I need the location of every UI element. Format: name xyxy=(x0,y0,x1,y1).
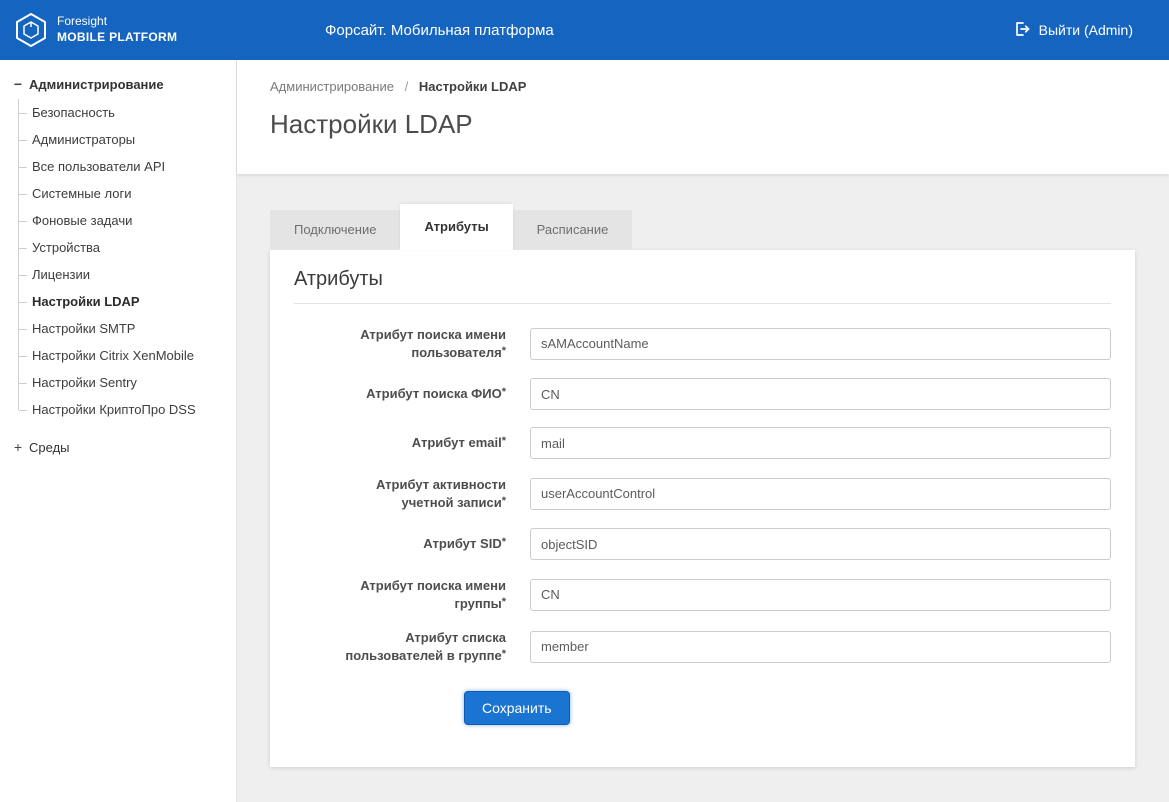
form-row: Атрибут email* xyxy=(324,427,1111,459)
app-logo: Foresight MOBILE PLATFORM xyxy=(0,11,177,49)
tab-attributes[interactable]: Атрибуты xyxy=(400,204,512,250)
form-row: Атрибут поиска имени пользователя* xyxy=(324,326,1111,361)
card-title: Атрибуты xyxy=(294,268,1111,304)
sidebar-item-smtp-settings[interactable]: Настройки SMTP xyxy=(19,315,236,342)
username-attr-label: Атрибут поиска имени пользователя* xyxy=(324,326,506,361)
tab-bar: Подключение Атрибуты Расписание xyxy=(270,204,1169,250)
save-button[interactable]: Сохранить xyxy=(464,691,570,725)
sidebar-item-administrators[interactable]: Администраторы xyxy=(19,126,236,153)
logo-line-1: Foresight xyxy=(57,14,177,30)
tab-schedule[interactable]: Расписание xyxy=(513,210,633,250)
main-content: Администрирование / Настройки LDAP Настр… xyxy=(237,60,1169,802)
required-marker: * xyxy=(502,386,506,398)
group-members-attr-input[interactable] xyxy=(530,631,1111,663)
sidebar-item-background-tasks[interactable]: Фоновые задачи xyxy=(19,207,236,234)
sidebar-item-api-users[interactable]: Все пользователи API xyxy=(19,153,236,180)
sidebar-group-environments-label: Среды xyxy=(29,440,70,455)
sidebar-item-security[interactable]: Безопасность xyxy=(19,99,236,126)
sidebar-item-sentry-settings[interactable]: Настройки Sentry xyxy=(19,369,236,396)
logout-label: Выйти (Admin) xyxy=(1039,22,1133,38)
breadcrumb-separator: / xyxy=(405,79,409,94)
expand-icon[interactable]: + xyxy=(12,439,24,455)
sidebar-item-devices[interactable]: Устройства xyxy=(19,234,236,261)
form-row: Атрибут поиска ФИО* xyxy=(324,378,1111,410)
required-marker: * xyxy=(502,345,506,357)
ldap-attributes-form: Атрибут поиска имени пользователя* Атриб… xyxy=(294,326,1111,725)
sidebar-item-citrix-xenmobile-settings[interactable]: Настройки Citrix XenMobile xyxy=(19,342,236,369)
logo-text: Foresight MOBILE PLATFORM xyxy=(57,14,177,45)
breadcrumb: Администрирование / Настройки LDAP xyxy=(270,79,1169,94)
sidebar-item-system-logs[interactable]: Системные логи xyxy=(19,180,236,207)
group-members-attr-label: Атрибут списка пользователей в группе* xyxy=(324,629,506,664)
sidebar-group-administration-label: Администрирование xyxy=(29,77,164,92)
required-marker: * xyxy=(502,596,506,608)
email-attr-input[interactable] xyxy=(530,427,1111,459)
required-marker: * xyxy=(502,435,506,447)
logo-line-2: MOBILE PLATFORM xyxy=(57,30,177,46)
attributes-card: Атрибуты Атрибут поиска имени пользовате… xyxy=(270,250,1135,767)
page-body: Подключение Атрибуты Расписание Атрибуты… xyxy=(237,174,1169,767)
account-active-attr-label: Атрибут активности учетной записи* xyxy=(324,476,506,511)
sidebar-item-licenses[interactable]: Лицензии xyxy=(19,261,236,288)
fullname-attr-label: Атрибут поиска ФИО* xyxy=(324,385,506,403)
sidebar-group-environments[interactable]: + Среды xyxy=(8,435,236,459)
breadcrumb-current: Настройки LDAP xyxy=(419,79,527,94)
sidebar: − Администрирование Безопасность Админис… xyxy=(0,60,237,802)
breadcrumb-administration[interactable]: Администрирование xyxy=(270,79,394,94)
page-header: Администрирование / Настройки LDAP Настр… xyxy=(237,60,1169,174)
username-attr-input[interactable] xyxy=(530,328,1111,360)
account-active-attr-input[interactable] xyxy=(530,478,1111,510)
form-row: Атрибут активности учетной записи* xyxy=(324,476,1111,511)
topbar: Foresight MOBILE PLATFORM Форсайт. Мобил… xyxy=(0,0,1169,60)
sidebar-tree: Безопасность Администраторы Все пользова… xyxy=(18,99,236,423)
group-name-attr-input[interactable] xyxy=(530,579,1111,611)
app-title: Форсайт. Мобильная платформа xyxy=(325,22,554,39)
group-name-attr-label: Атрибут поиска имени группы* xyxy=(324,577,506,612)
app-root: Foresight MOBILE PLATFORM Форсайт. Мобил… xyxy=(0,0,1169,802)
required-marker: * xyxy=(502,536,506,548)
required-marker: * xyxy=(502,648,506,660)
hexagon-logo-icon xyxy=(14,11,48,49)
form-row: Атрибут SID* xyxy=(324,528,1111,560)
email-attr-label: Атрибут email* xyxy=(324,434,506,452)
sidebar-item-ldap-settings[interactable]: Настройки LDAP xyxy=(19,288,236,315)
form-row: Атрибут поиска имени группы* xyxy=(324,577,1111,612)
logout-button[interactable]: Выйти (Admin) xyxy=(1013,20,1169,41)
collapse-icon[interactable]: − xyxy=(12,76,24,92)
form-row: Атрибут списка пользователей в группе* xyxy=(324,629,1111,664)
sid-attr-input[interactable] xyxy=(530,528,1111,560)
sidebar-group-administration[interactable]: − Администрирование xyxy=(8,72,236,96)
logout-icon xyxy=(1013,20,1031,41)
required-marker: * xyxy=(502,495,506,507)
tab-connection[interactable]: Подключение xyxy=(270,210,400,250)
sid-attr-label: Атрибут SID* xyxy=(324,535,506,553)
page-title: Настройки LDAP xyxy=(270,109,1169,139)
fullname-attr-input[interactable] xyxy=(530,378,1111,410)
sidebar-item-cryptopro-dss-settings[interactable]: Настройки КриптоПро DSS xyxy=(19,396,236,423)
